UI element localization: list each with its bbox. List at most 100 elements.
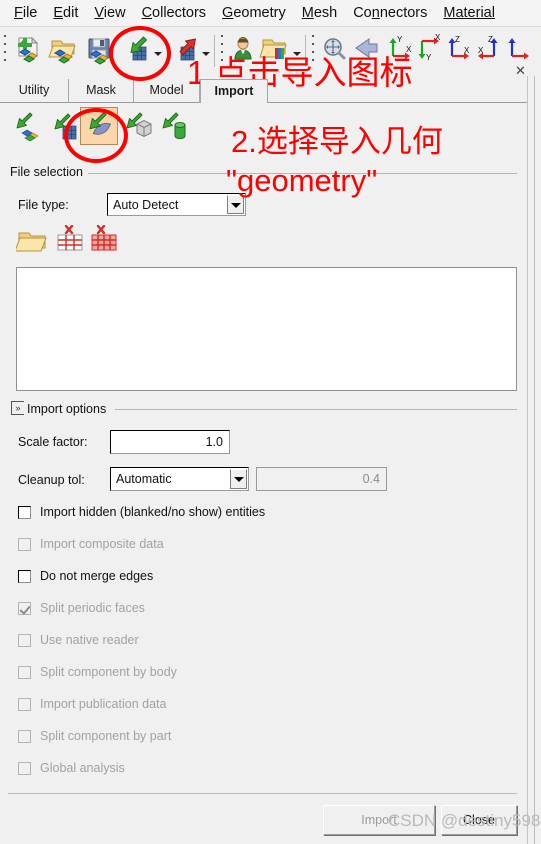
cleanup-tol-number-value: 0.4 <box>362 471 380 486</box>
menu-view-mnemonic: V <box>94 5 104 21</box>
main-toolbar: Y X X Y Z X Z X <box>0 27 541 76</box>
menu-file-rest: ile <box>22 5 38 21</box>
menu-collectors-rest: ollectors <box>152 5 207 21</box>
export-dropdown-arrow[interactable] <box>201 49 210 58</box>
checkbox-do-not-merge-edges[interactable]: Do not merge edges <box>18 567 153 585</box>
back-arrow-icon <box>355 38 378 58</box>
menu-item-collectors[interactable]: Collectors <box>134 0 214 26</box>
checkbox-global-analysis: Global analysis <box>18 759 125 777</box>
hypermesh-import-panel-screenshot: File Edit View Collectors Geometry Mesh … <box>0 0 541 844</box>
checkbox-label: Import composite data <box>40 537 164 551</box>
import-mesh-button[interactable] <box>44 107 82 145</box>
menu-geometry-mnemonic: G <box>222 5 234 21</box>
checkbox-icon <box>18 697 31 711</box>
scale-factor-value: 1.0 <box>205 434 223 449</box>
import-connectors-button[interactable] <box>118 107 156 145</box>
menu-item-edit[interactable]: Edit <box>45 0 86 26</box>
user-profile-button[interactable] <box>226 32 262 70</box>
import-options-group-label: Import options <box>27 402 112 416</box>
cleanup-tol-dropdown-arrow[interactable] <box>230 469 247 489</box>
save-model-button[interactable] <box>82 32 118 70</box>
checkbox-icon <box>18 537 31 551</box>
table-delete-icon <box>57 224 83 251</box>
export-button[interactable] <box>166 32 202 70</box>
scale-factor-input[interactable]: 1.0 <box>110 430 230 454</box>
menu-mesh-mnemonic: M <box>301 5 314 21</box>
tab-utility[interactable]: Utility <box>0 79 69 103</box>
svg-text:Y: Y <box>397 35 403 44</box>
import-button[interactable] <box>118 32 154 70</box>
load-userprofile-button[interactable] <box>258 32 294 70</box>
remove-all-files-button[interactable] <box>88 224 122 257</box>
import-xy-data-button[interactable] <box>154 107 192 145</box>
menu-connectors-pre: Co <box>353 5 372 21</box>
toolbar-separator-1 <box>214 35 215 67</box>
scale-factor-label: Scale factor: <box>18 435 88 449</box>
svg-text:Z: Z <box>488 35 493 44</box>
menu-materials-rest: Material <box>443 5 495 21</box>
panel-right-divider-1 <box>527 76 528 844</box>
menu-geometry-rest: eometry <box>233 5 286 21</box>
menu-item-file[interactable]: File <box>6 0 45 26</box>
footer-separator <box>8 793 517 794</box>
checkbox-import-hidden[interactable]: Import hidden (blanked/no show) entities <box>18 503 265 521</box>
checkbox-label: Import publication data <box>40 697 167 711</box>
checkbox-label: Split component by part <box>40 729 172 743</box>
import-cylinder-icon <box>162 112 186 139</box>
menubar: File Edit View Collectors Geometry Mesh … <box>0 0 541 27</box>
cleanup-tol-label: Cleanup tol: <box>18 473 85 487</box>
import-dropdown-arrow[interactable] <box>153 49 162 58</box>
checkbox-icon <box>18 633 31 647</box>
panel-tabstrip: Utility Mask Model Import <box>0 76 541 104</box>
load-userprofile-dropdown-arrow[interactable] <box>292 49 301 58</box>
checkbox-label: Split periodic faces <box>40 601 145 615</box>
back-view-button[interactable] <box>349 32 385 70</box>
fit-view-button[interactable] <box>317 32 353 70</box>
import-confirm-button[interactable]: Import <box>323 805 435 835</box>
file-list[interactable] <box>16 267 517 391</box>
menu-connectors-mnemonic: n <box>371 5 380 21</box>
tab-mask[interactable]: Mask <box>69 79 134 103</box>
close-button[interactable]: Close <box>441 805 517 835</box>
checkbox-icon <box>18 729 31 743</box>
open-folder-icon <box>14 232 47 252</box>
checkbox-icon[interactable] <box>18 505 31 519</box>
import-type-toolbar <box>0 105 200 157</box>
file-type-value: Auto Detect <box>113 197 179 212</box>
cleanup-tol-combo[interactable]: Automatic <box>110 467 249 491</box>
svg-text:X: X <box>478 46 484 55</box>
tab-import[interactable]: Import <box>200 79 268 104</box>
new-model-icon <box>18 36 39 63</box>
import-options-expander[interactable]: » <box>11 401 24 415</box>
checkbox-label: Global analysis <box>40 761 125 775</box>
browse-file-button[interactable] <box>14 227 54 257</box>
file-type-label: File type: <box>18 198 69 212</box>
file-type-dropdown-arrow[interactable] <box>227 195 244 214</box>
menu-item-connectors[interactable]: Connectors <box>345 0 435 26</box>
new-model-button[interactable] <box>10 32 46 70</box>
folder-colors-icon <box>259 39 287 59</box>
remove-selected-file-button[interactable] <box>54 224 88 257</box>
open-model-button[interactable] <box>46 32 82 70</box>
menu-edit-mnemonic: E <box>53 5 64 21</box>
tab-model[interactable]: Model <box>134 79 200 103</box>
menu-item-geometry[interactable]: Geometry <box>214 0 294 26</box>
checkbox-label: Split component by body <box>40 665 177 679</box>
menu-item-view[interactable]: View <box>86 0 133 26</box>
file-selection-group-label: File selection <box>10 165 88 179</box>
menu-item-materials[interactable]: Material <box>435 0 503 26</box>
checkbox-icon <box>18 761 31 775</box>
toolbar-grip-3[interactable] <box>311 35 315 69</box>
import-geometry-button[interactable] <box>80 107 118 145</box>
file-type-combo[interactable]: Auto Detect <box>107 193 246 216</box>
checkbox-icon[interactable] <box>18 569 31 583</box>
import-solver-deck-button[interactable] <box>6 107 44 145</box>
toolbar-grip-2[interactable] <box>220 35 224 69</box>
menu-mesh-rest: esh <box>313 5 338 21</box>
import-cube-icon <box>126 112 152 138</box>
import-options-group-line <box>115 409 517 410</box>
cleanup-tol-value: Automatic <box>116 472 172 486</box>
cleanup-tol-number-input[interactable]: 0.4 <box>256 467 387 491</box>
toolbar-grip-1[interactable] <box>3 35 7 69</box>
menu-item-mesh[interactable]: Mesh <box>294 0 345 26</box>
